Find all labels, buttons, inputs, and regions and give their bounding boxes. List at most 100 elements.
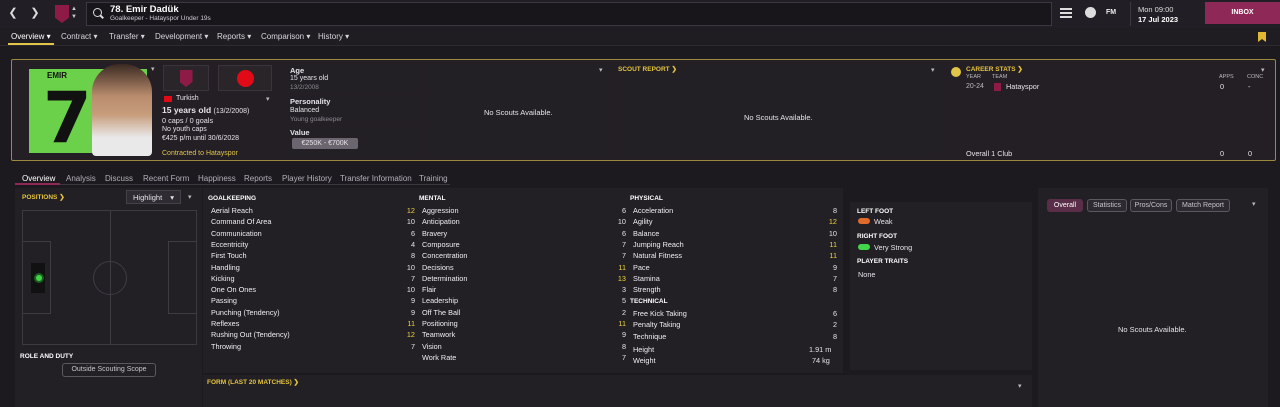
physical-attr-label[interactable]: Strength — [633, 285, 661, 294]
back-icon[interactable]: ❮ — [4, 4, 22, 22]
contracted-to[interactable]: Contracted to Hatayspor — [162, 150, 238, 157]
career-stats-title[interactable]: CAREER STATS ❯ — [966, 65, 1023, 73]
menu-transfer[interactable]: Transfer ▾ — [109, 32, 145, 41]
technical-attr-label[interactable]: Free Kick Taking — [633, 309, 687, 318]
row-team[interactable]: Hatayspor — [1006, 82, 1039, 91]
goalkeeper-position-marker[interactable] — [34, 273, 44, 283]
player-subtitle: Goalkeeper - Hatayspor Under 19s — [110, 15, 211, 22]
goalkeeping-attr-label[interactable]: Handling — [211, 263, 240, 272]
physical-attr-label[interactable]: Acceleration — [633, 206, 673, 215]
mental-attr-label[interactable]: Determination — [422, 274, 467, 283]
physical-attr-label[interactable]: Agility — [633, 217, 652, 226]
goalkeeping-attr-label[interactable]: Punching (Tendency) — [211, 308, 280, 317]
photo-dropdown-icon[interactable]: ▾ — [151, 65, 155, 73]
form-title[interactable]: FORM (LAST 20 MATCHES) ❯ — [207, 378, 299, 386]
col-team: TEAM — [992, 74, 1008, 80]
physical-attr-label[interactable]: Pace — [633, 263, 650, 272]
outside-scouting-badge[interactable]: Outside Scouting Scope — [62, 363, 156, 377]
pitch-diagram — [22, 210, 197, 345]
mental-attr-label[interactable]: Aggression — [422, 206, 459, 215]
mental-attr-label[interactable]: Concentration — [422, 251, 467, 260]
form-dropdown-icon[interactable]: ▾ — [1018, 382, 1022, 390]
player-switch-icon[interactable]: ▲ ▼ — [71, 5, 79, 21]
physical-attr-label[interactable]: Stamina — [633, 274, 660, 283]
player-traits-value: None — [858, 270, 876, 279]
mental-attr-value: 7 — [621, 239, 626, 249]
tab-match-report[interactable]: Match Report — [1176, 199, 1230, 212]
subtab-training[interactable]: Training — [419, 174, 448, 183]
mental-attr-label[interactable]: Bravery — [422, 229, 447, 238]
goalkeeping-attr-label[interactable]: Communication — [211, 229, 262, 238]
goalkeeping-attr-label[interactable]: Eccentricity — [211, 240, 248, 249]
goalkeeping-attr-value: 7 — [410, 341, 415, 351]
mental-attr-label[interactable]: Positioning — [422, 319, 458, 328]
goalkeeping-attr-label[interactable]: Kicking — [211, 274, 235, 283]
goalkeeping-attr-label[interactable]: Passing — [211, 296, 237, 305]
mental-attr-label[interactable]: Composure — [422, 240, 460, 249]
mental-attr-label[interactable]: Vision — [422, 342, 442, 351]
subtab-reports[interactable]: Reports — [244, 174, 272, 183]
menu-comparison[interactable]: Comparison ▾ — [261, 32, 310, 41]
weight-label: Weight — [633, 356, 656, 365]
club-logo-box[interactable] — [163, 65, 209, 91]
goalkeeping-attr-label[interactable]: First Touch — [211, 251, 247, 260]
subtab-player-history[interactable]: Player History — [282, 174, 332, 183]
positions-dropdown-icon[interactable]: ▾ — [188, 193, 192, 201]
mental-attr-value: 11 — [618, 319, 626, 328]
subtab-happiness[interactable]: Happiness — [198, 174, 236, 183]
goalkeeping-attr-label[interactable]: Reflexes — [211, 319, 239, 328]
globe-icon[interactable] — [1085, 7, 1096, 18]
mental-attr-value: 6 — [621, 228, 626, 238]
tab-pros-cons[interactable]: Pros/Cons — [1130, 199, 1172, 212]
menu-reports[interactable]: Reports ▾ — [217, 32, 251, 41]
nationality-dropdown-icon[interactable]: ▾ — [266, 95, 270, 103]
menu-icon[interactable] — [1060, 8, 1072, 18]
subtab-overview[interactable]: Overview — [22, 174, 55, 183]
physical-attr-label[interactable]: Balance — [633, 229, 659, 238]
subtab-transfer-information[interactable]: Transfer Information — [340, 174, 412, 183]
menu-overview[interactable]: Overview ▾ — [11, 32, 51, 41]
goalkeeping-attr-label[interactable]: Aerial Reach — [211, 206, 253, 215]
physical-attr-value: 8 — [832, 206, 837, 215]
physical-attr-label[interactable]: Jumping Reach — [633, 240, 684, 249]
subtab-analysis[interactable]: Analysis — [66, 174, 96, 183]
scouts-dropdown-icon[interactable]: ▾ — [599, 66, 603, 74]
physical-attr-label[interactable]: Natural Fitness — [633, 251, 682, 260]
mental-attr-label[interactable]: Flair — [422, 285, 436, 294]
fm-icon[interactable]: FM — [1106, 9, 1116, 16]
scout-report-box — [614, 64, 942, 158]
highlight-dropdown[interactable]: Highlight ▾ — [126, 190, 181, 204]
mental-attr-label[interactable]: Off The Ball — [422, 308, 460, 317]
inbox-button[interactable]: INBOX — [1205, 2, 1280, 24]
mental-attr-label[interactable]: Decisions — [422, 263, 454, 272]
right-panel-dropdown-icon[interactable]: ▾ — [1252, 200, 1256, 208]
technical-attr-label[interactable]: Penalty Taking — [633, 320, 680, 329]
menu-history[interactable]: History ▾ — [318, 32, 349, 41]
scout-report-dropdown-icon[interactable]: ▾ — [931, 66, 935, 74]
mental-attr-label[interactable]: Work Rate — [422, 353, 456, 362]
mental-attr-label[interactable]: Leadership — [422, 296, 458, 305]
tab-statistics[interactable]: Statistics — [1087, 199, 1127, 212]
nation-logo-box[interactable] — [218, 65, 272, 91]
menu-contract[interactable]: Contract ▾ — [61, 32, 97, 41]
subtab-discuss[interactable]: Discuss — [105, 174, 133, 183]
technical-attr-value: 2 — [832, 320, 837, 330]
scout-report-title[interactable]: SCOUT REPORT ❯ — [618, 65, 677, 73]
subtab-recent-form[interactable]: Recent Form — [143, 174, 189, 183]
menu-development[interactable]: Development ▾ — [155, 32, 208, 41]
forward-icon[interactable]: ❯ — [26, 4, 44, 22]
search-icon[interactable] — [93, 8, 102, 17]
goalkeeping-attr-label[interactable]: Command Of Area — [211, 217, 271, 226]
goalkeeping-attr-label[interactable]: Throwing — [211, 342, 241, 351]
subtab-line — [15, 184, 450, 185]
mental-attr-label[interactable]: Anticipation — [422, 217, 460, 226]
tab-overall[interactable]: Overall — [1047, 199, 1083, 212]
goalkeeping-attr-label[interactable]: One On Ones — [211, 285, 256, 294]
value-range-badge[interactable]: €250K - €700K — [292, 138, 358, 149]
mental-attr-value: 13 — [617, 273, 626, 283]
technical-attr-label[interactable]: Technique — [633, 332, 666, 341]
career-dropdown-icon[interactable]: ▾ — [1261, 66, 1265, 74]
goalkeeping-attr-label[interactable]: Rushing Out (Tendency) — [211, 330, 290, 339]
mental-attr-label[interactable]: Teamwork — [422, 330, 455, 339]
positions-title[interactable]: POSITIONS ❯ — [22, 193, 65, 201]
